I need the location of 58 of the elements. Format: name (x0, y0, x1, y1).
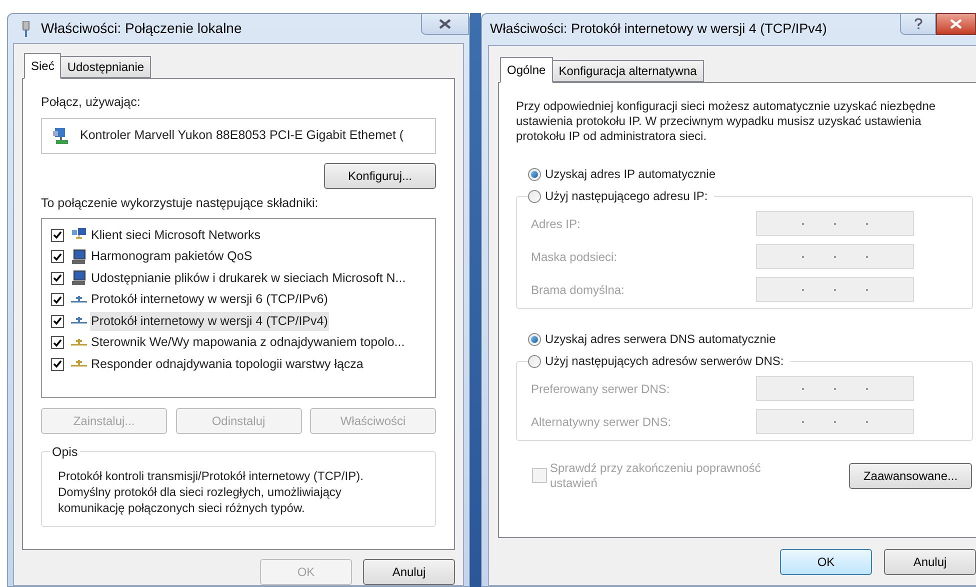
network-protocol-icon (71, 294, 87, 305)
window-title: Właściwości: Połączenie lokalne (41, 19, 242, 38)
checkbox[interactable] (51, 293, 64, 306)
radio-button[interactable] (528, 332, 541, 346)
field-label: Brama domyślna: (531, 282, 624, 298)
checkbox-label: Sprawdź przy zakończeniu poprawność ustawień (550, 461, 762, 491)
network-protocol-icon (71, 316, 87, 326)
close-button[interactable] (936, 13, 976, 35)
network-protocol-icon (71, 359, 87, 370)
tab[interactable]: Konfiguracja alternatywna (552, 60, 704, 82)
checkbox[interactable] (51, 336, 64, 350)
section-label: Połącz, używając: (41, 94, 142, 111)
help-icon (914, 18, 922, 30)
component-item[interactable]: Udostępnianie plików i drukarek w sieciach Microsoft N... (90, 268, 407, 288)
checkbox[interactable] (51, 358, 64, 371)
checkbox[interactable] (51, 250, 64, 264)
field-label: Preferowany serwer DNS: (531, 380, 670, 398)
computer-icon (71, 270, 87, 286)
component-item[interactable]: Harmonogram pakietów QoS (90, 247, 254, 266)
field-label: Adres IP: (531, 216, 580, 232)
tab[interactable]: Sieć (24, 53, 62, 79)
component-item[interactable]: Sterownik We/Wy mapowania z odnajdywaniem topolo... (90, 333, 406, 352)
tab[interactable]: Ogólne (500, 57, 553, 83)
dialog-button[interactable]: Anuluj (884, 549, 976, 575)
checkbox[interactable] (51, 272, 64, 285)
description-text: Protokół kontroli transmisji/Protokół internetowy (TCP/IP). Domyślny protokół dla sieci rozległych, umożliwiający komunikację połączonych sieci różnych typów. (58, 468, 364, 516)
close-button[interactable] (421, 13, 469, 35)
radio-button[interactable] (528, 168, 541, 180)
dialog-button[interactable]: OK (780, 549, 872, 575)
advanced-button[interactable]: Zaawansowane... (849, 463, 972, 489)
checkbox[interactable] (51, 228, 64, 242)
adapter-name: Kontroler Marvell Yukon 88E8053 PCI-E Gigabit Ethemet ( (80, 127, 404, 144)
component-item[interactable]: Protokół internetowy w wersji 6 (TCP/IPv6) (90, 290, 329, 310)
radio-button[interactable] (528, 190, 541, 202)
radio-label: Użyj następującego adresu IP: (545, 188, 708, 205)
close-icon (950, 19, 962, 29)
section-label: To połączenie wykorzystuje następujące składniki: (41, 194, 320, 212)
intro-text: Przy odpowiedniej konfiguracji sieci możesz automatycznie uzyskać niezbędne ustawienia protokołu IP. W przeciwnym wypadku musisz uzyskać ustawienia protokołu IP od administratora sieci. (516, 99, 936, 144)
component-item[interactable]: Klient sieci Microsoft Networks (90, 226, 262, 245)
computer-icon (71, 248, 87, 265)
window-title: Właściwości: Protokół internetowy w wersji 4 (TCP/IPv4) (490, 20, 827, 38)
radio-label: Uzyskaj adres IP automatycznie (545, 166, 716, 183)
field-label: Alternatywny serwer DNS: (531, 414, 672, 430)
radio-label: Uzyskaj adres serwera DNS automatycznie (545, 331, 776, 348)
radio-label: Użyj następujących adresów serwerów DNS: (545, 353, 784, 370)
network-cable-icon (21, 20, 31, 36)
configure-button[interactable]: Konfiguruj... (324, 162, 436, 189)
component-item[interactable]: Responder odnajdywania topologii warstwy łącza (90, 354, 364, 374)
dialog-button[interactable]: Anuluj (363, 559, 455, 585)
field-label: Maska podsieci: (531, 248, 618, 266)
checkbox[interactable] (51, 314, 64, 328)
radio-button[interactable] (528, 354, 541, 368)
close-icon (439, 19, 451, 29)
network-adapter-icon (52, 126, 70, 145)
component-item[interactable]: Protokół internetowy w wersji 4 (TCP/IPv4) (90, 312, 329, 331)
tab[interactable]: Udostępnianie (60, 56, 152, 78)
network-protocol-icon (71, 338, 87, 348)
help-button[interactable] (900, 13, 936, 35)
